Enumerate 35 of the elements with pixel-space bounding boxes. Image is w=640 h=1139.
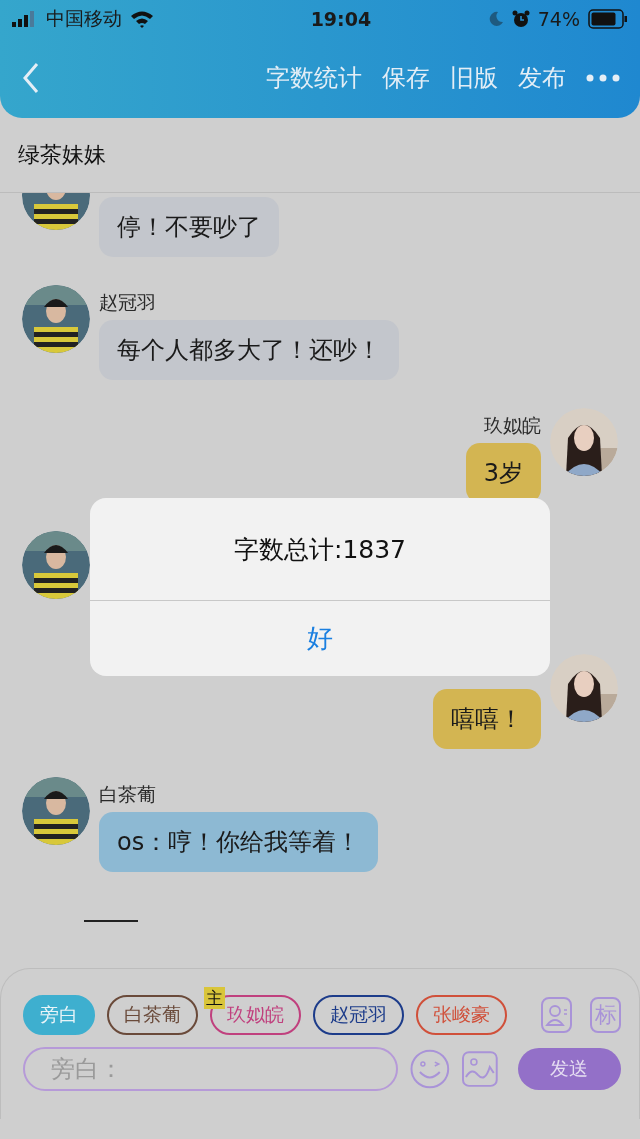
send-button[interactable]: 发送 (517, 1048, 621, 1090)
header-action[interactable]: 旧版 (450, 62, 498, 94)
header-action[interactable]: 字数统计 (266, 62, 362, 94)
message-bubble: os：哼！你给我等着！ (99, 812, 379, 872)
carrier-name: 中国移动 (46, 6, 122, 31)
moon-icon (487, 11, 504, 27)
character-chip[interactable]: 赵冠羽 (313, 995, 404, 1035)
message-bubble: 每个人都多大了！还吵！ (99, 320, 399, 380)
speaker-name: 玖姒皖 (484, 412, 541, 438)
battery-percent: 74% (537, 8, 580, 30)
character-chip[interactable]: 白茶葡 (107, 995, 198, 1035)
header-action[interactable]: 发布 (518, 62, 566, 94)
back-icon[interactable] (22, 62, 40, 94)
story-title: 绿茶妹妹 (18, 141, 106, 169)
image-icon[interactable] (462, 1051, 498, 1087)
message-bubble: 嘻嘻！ (433, 689, 541, 749)
text-cursor-line (84, 920, 138, 922)
character-chip[interactable]: 张峻豪 (416, 995, 507, 1035)
smiley-icon[interactable] (410, 1049, 450, 1089)
speaker-name: 赵冠羽 (99, 289, 156, 315)
clock-time: 19:04 (309, 8, 373, 30)
battery-icon (588, 9, 628, 29)
header-action[interactable]: 保存 (382, 62, 430, 94)
wifi-icon (130, 10, 154, 28)
lead-badge: 主 (204, 987, 225, 1009)
dialog-message: 字数总计:1837 (90, 498, 550, 601)
message-bubble: 停！不要吵了 (99, 197, 279, 257)
contact-card-button[interactable] (541, 997, 572, 1033)
ok-button[interactable]: 好 (90, 601, 550, 676)
alarm-icon (511, 10, 530, 28)
tag-button[interactable]: 标 (590, 997, 621, 1033)
character-chip[interactable]: 旁白 (23, 995, 95, 1035)
more-icon[interactable] (586, 74, 620, 82)
speaker-name: 白茶葡 (99, 781, 156, 807)
person-card-icon (544, 1003, 569, 1027)
